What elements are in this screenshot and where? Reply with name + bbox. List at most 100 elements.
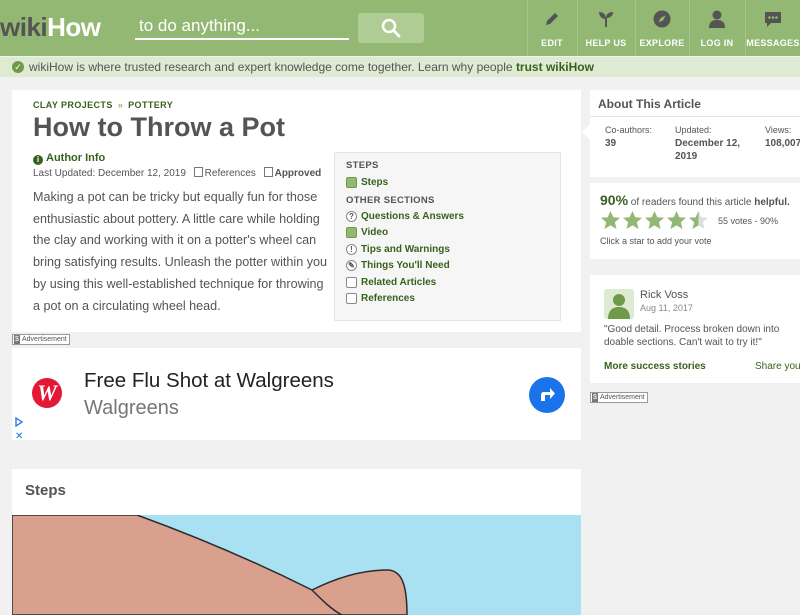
trust-link[interactable]: trust wikiHow [516, 60, 594, 74]
star-rating[interactable] [600, 210, 710, 231]
views-label: Views: [765, 125, 792, 135]
avatar-icon [608, 294, 630, 319]
compass-icon [651, 8, 673, 30]
click-star-hint: Click a star to add your vote [600, 236, 712, 246]
chat-bubble-icon [762, 8, 784, 30]
article-icon [346, 277, 357, 288]
star-icon[interactable] [644, 210, 665, 231]
toc-other-heading: OTHER SECTIONS [346, 195, 435, 206]
toc-item-things-needed[interactable]: ✎ Things You'll Need [346, 260, 450, 271]
trust-message: wikiHow is where trusted research and ex… [29, 60, 516, 74]
toc-item-references[interactable]: References [346, 293, 415, 304]
nav-messages[interactable]: MESSAGES [746, 0, 800, 56]
nav-label: MESSAGES [746, 38, 800, 48]
article-title: How to Throw a Pot [33, 112, 285, 142]
approved-label: Approved [274, 168, 322, 179]
nav-log-in[interactable]: LOG IN [690, 0, 744, 56]
author-info-label: Author Info [46, 152, 106, 164]
list-icon [346, 177, 357, 188]
ad-banner[interactable] [12, 348, 581, 440]
star-icon[interactable] [666, 210, 687, 231]
ad-directions-button[interactable] [529, 377, 565, 413]
references-icon [193, 167, 203, 177]
hand-illustration [12, 515, 408, 615]
toc-item-questions[interactable]: ? Questions & Answers [346, 211, 464, 222]
helpful-rating: 90% of readers found this article helpfu… [600, 192, 790, 208]
trust-bar: ✓ wikiHow is where trusted research and … [0, 57, 800, 77]
card-pointer [582, 124, 590, 140]
nav-label: EXPLORE [639, 38, 685, 48]
sprout-icon [595, 8, 617, 30]
wikihow-logo[interactable]: wikiHow [0, 12, 101, 43]
pencil-icon [541, 8, 563, 30]
steps-heading: Steps [25, 482, 66, 499]
nav-label: LOG IN [700, 38, 734, 48]
nav-explore[interactable]: EXPLORE [636, 0, 688, 56]
toc-item-label: Things You'll Need [361, 260, 450, 271]
helpful-text: of readers found this article [628, 197, 755, 208]
helpful-word: helpful. [754, 197, 790, 208]
ad-title[interactable]: Free Flu Shot at Walgreens [84, 369, 334, 393]
search-field-wrapper [135, 14, 349, 40]
search-input[interactable] [135, 14, 349, 40]
search-icon [381, 18, 401, 38]
user-icon [706, 8, 728, 30]
breadcrumb-separator: » [117, 100, 124, 110]
document-icon [346, 293, 357, 304]
logo-how-text: How [47, 12, 101, 42]
vote-count: 55 votes - 90% [718, 216, 779, 226]
ad-tag-label: Advertisement [22, 336, 67, 343]
review-date: Aug 11, 2017 [640, 303, 693, 313]
star-icon[interactable] [688, 210, 709, 231]
search-button[interactable] [358, 13, 424, 43]
checkmark-icon: ✓ [12, 61, 24, 73]
table-of-contents: STEPS Steps OTHER SECTIONS ? Questions & … [334, 152, 561, 321]
toc-item-tips[interactable]: ! Tips and Warnings [346, 244, 450, 255]
last-updated: Last Updated: December 12, 2019 [33, 168, 186, 179]
author-info-link[interactable]: i Author Info [33, 152, 105, 165]
star-icon[interactable] [622, 210, 643, 231]
article-meta: Last Updated: December 12, 2019 Referenc… [33, 167, 321, 179]
nav-help-us[interactable]: HELP US [578, 0, 634, 56]
tools-icon: ✎ [346, 260, 357, 271]
toc-item-label: Video [361, 227, 389, 238]
dollar-icon: $ [592, 393, 598, 402]
toc-item-label: Steps [361, 177, 389, 188]
about-heading: About This Article [598, 97, 701, 111]
ad-choices[interactable]: ✕ [15, 416, 24, 443]
nav-label: EDIT [541, 38, 563, 48]
sidebar-advertisement-tag: $ Advertisement [590, 392, 648, 403]
toc-item-video[interactable]: Video [346, 227, 388, 238]
review-quote: "Good detail. Process broken down into d… [604, 324, 780, 348]
video-icon [346, 227, 357, 238]
share-yours-link[interactable]: Share yours! [755, 361, 800, 372]
more-success-stories-link[interactable]: More success stories [604, 361, 706, 372]
updated-value: December 12, 2019 [675, 138, 741, 162]
walgreens-logo: W [32, 378, 62, 408]
toc-item-steps[interactable]: Steps [346, 177, 388, 188]
question-icon: ? [346, 211, 357, 222]
helpful-percent: 90% [600, 192, 629, 208]
updated-label: Updated: [675, 125, 712, 135]
divider [590, 116, 800, 117]
breadcrumb-clay-projects[interactable]: CLAY PROJECTS [33, 100, 113, 110]
references-link[interactable]: References [205, 168, 256, 179]
toc-item-label: Tips and Warnings [361, 244, 450, 255]
breadcrumb: CLAY PROJECTS » POTTERY [33, 100, 173, 110]
toc-item-related[interactable]: Related Articles [346, 277, 436, 288]
toc-item-label: References [361, 293, 415, 304]
ad-tag-label: Advertisement [600, 394, 645, 401]
ad-choices-icon [15, 416, 24, 428]
views-value: 108,007 [765, 138, 800, 149]
logo-wiki-text: wiki [0, 12, 48, 42]
coauthors-label: Co-authors: [605, 125, 653, 135]
star-icon[interactable] [600, 210, 621, 231]
avatar [604, 289, 634, 319]
coauthors-value[interactable]: 39 [605, 137, 616, 150]
advertisement-tag: $ Advertisement [12, 334, 70, 345]
toc-steps-heading: STEPS [346, 160, 379, 171]
nav-edit[interactable]: EDIT [528, 0, 576, 56]
ad-close-icon[interactable]: ✕ [15, 431, 23, 442]
ad-advertiser: Walgreens [84, 397, 179, 419]
breadcrumb-pottery[interactable]: POTTERY [128, 100, 173, 110]
